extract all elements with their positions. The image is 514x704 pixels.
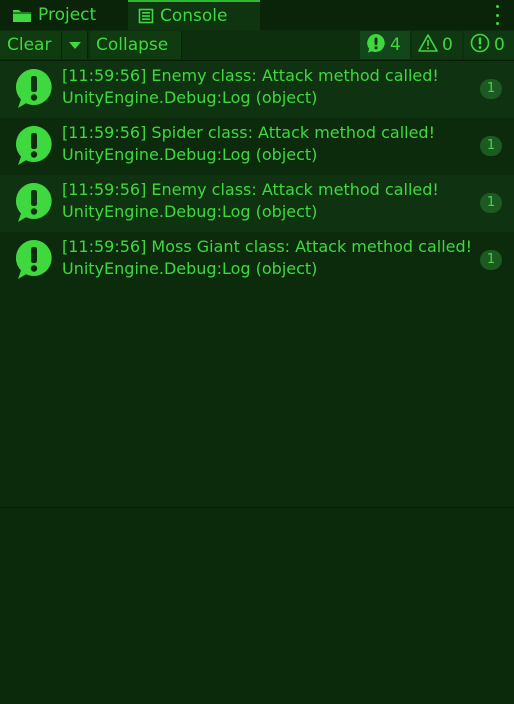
log-entry[interactable]: [11:59:56] Enemy class: Attack method ca…	[0, 61, 514, 118]
error-count: 0	[494, 35, 505, 55]
log-stack-trace: UnityEngine.Debug:Log (object)	[62, 259, 318, 278]
error-icon	[470, 33, 490, 58]
log-stack-trace: UnityEngine.Debug:Log (object)	[62, 88, 318, 107]
tab-bar: Project Console	[0, 0, 514, 31]
tab-project-label: Project	[38, 5, 97, 25]
log-entry[interactable]: [11:59:56] Spider class: Attack method c…	[0, 118, 514, 175]
folder-icon	[12, 7, 32, 23]
console-toolbar: Clear Collapse 4 0 0	[0, 30, 514, 61]
log-count-badge: 1	[480, 79, 502, 99]
log-message: [11:59:56] Moss Giant class: Attack meth…	[62, 237, 473, 256]
log-message: [11:59:56] Enemy class: Attack method ca…	[62, 66, 439, 85]
collapse-button-label: Collapse	[96, 35, 169, 55]
console-window: Project Console Clear Collapse 4 0 0 [11…	[0, 0, 514, 704]
more-options-icon[interactable]	[494, 5, 500, 25]
clear-button[interactable]: Clear	[0, 31, 62, 59]
log-count: 4	[390, 35, 401, 55]
log-list: [11:59:56] Enemy class: Attack method ca…	[0, 61, 514, 507]
info-bubble-icon	[14, 181, 54, 225]
chevron-down-icon	[68, 35, 81, 55]
log-count-badge: 1	[480, 136, 502, 156]
warning-triangle-icon	[418, 33, 438, 57]
log-stack-trace: UnityEngine.Debug:Log (object)	[62, 145, 318, 164]
info-bubble-icon	[366, 33, 386, 58]
warning-filter-toggle[interactable]: 0	[412, 31, 462, 59]
log-entry[interactable]: [11:59:56] Moss Giant class: Attack meth…	[0, 232, 514, 289]
warning-count: 0	[442, 35, 453, 55]
tab-project[interactable]: Project	[0, 0, 126, 30]
tab-console[interactable]: Console	[128, 0, 260, 30]
log-count-badge: 1	[480, 250, 502, 270]
info-bubble-icon	[14, 124, 54, 168]
log-filter-toggle[interactable]: 4	[360, 31, 410, 59]
log-message: [11:59:56] Enemy class: Attack method ca…	[62, 180, 439, 199]
log-entry[interactable]: [11:59:56] Enemy class: Attack method ca…	[0, 175, 514, 232]
log-stack-trace: UnityEngine.Debug:Log (object)	[62, 202, 318, 221]
log-message: [11:59:56] Spider class: Attack method c…	[62, 123, 435, 142]
tab-console-label: Console	[160, 6, 228, 26]
console-icon	[138, 8, 154, 24]
clear-button-label: Clear	[7, 35, 52, 55]
log-detail-panel	[0, 508, 514, 704]
log-count-badge: 1	[480, 193, 502, 213]
clear-options-dropdown[interactable]	[62, 31, 88, 59]
info-bubble-icon	[14, 67, 54, 111]
collapse-button[interactable]: Collapse	[90, 31, 182, 59]
info-bubble-icon	[14, 238, 54, 282]
error-filter-toggle[interactable]: 0	[464, 31, 514, 59]
